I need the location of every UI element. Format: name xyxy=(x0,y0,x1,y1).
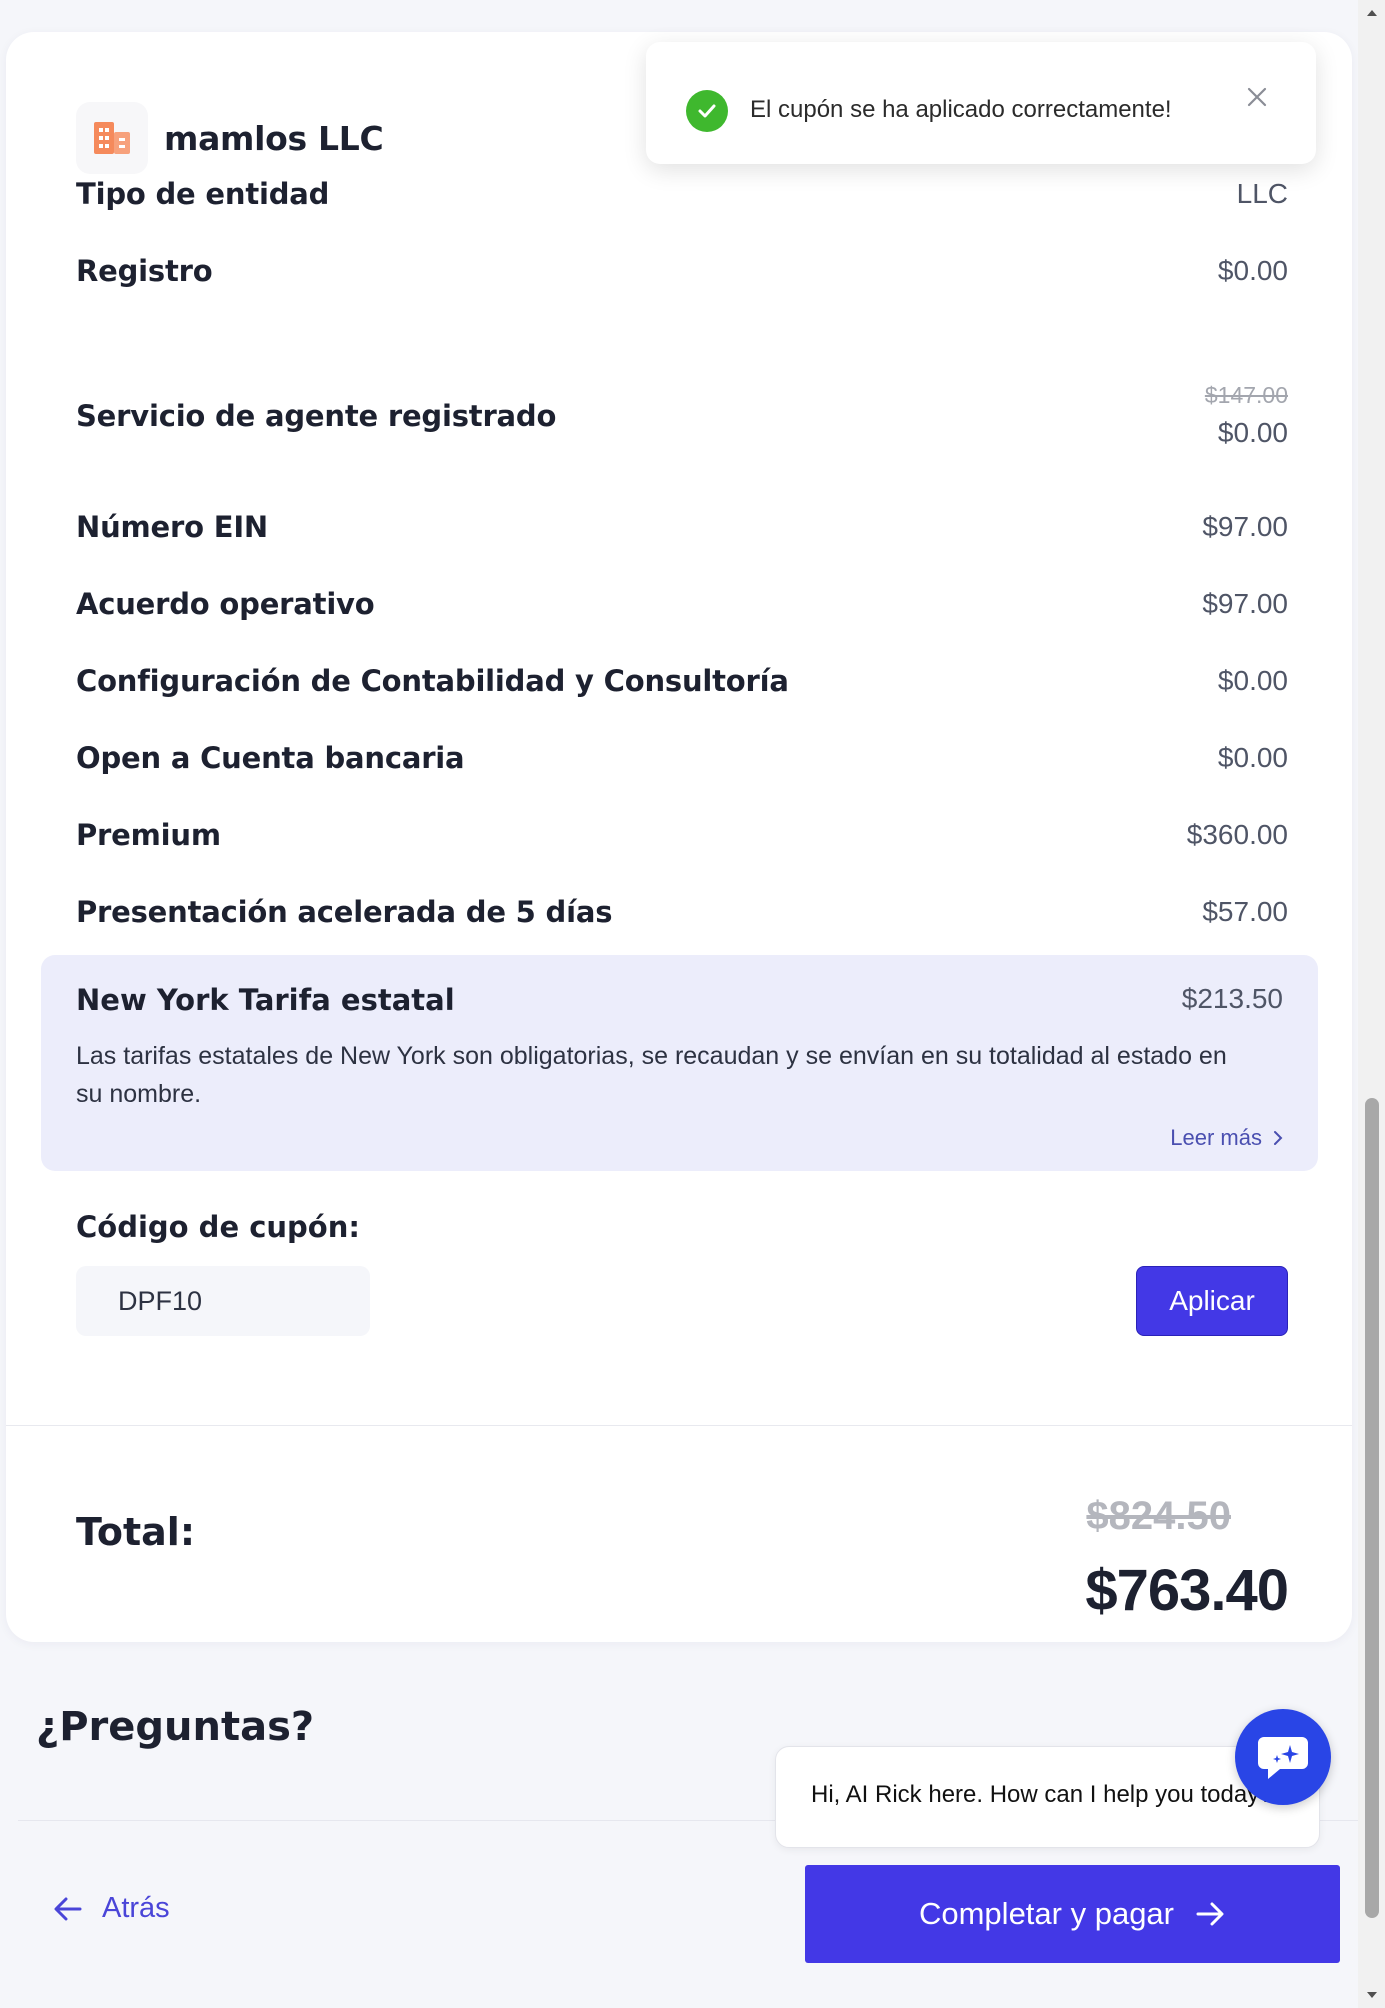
state-fee-description: Las tarifas estatales de New York son ob… xyxy=(76,1042,1227,1108)
expedited-value: $57.00 xyxy=(1202,896,1288,927)
scroll-up-arrow-icon[interactable] xyxy=(1358,0,1385,26)
close-icon[interactable] xyxy=(1242,82,1272,112)
bank-account-value: $0.00 xyxy=(1217,742,1288,773)
registered-agent-old-price: $147.00 xyxy=(1204,382,1288,408)
chat-sparkle-icon xyxy=(1258,1737,1308,1779)
total-price: $763.40 xyxy=(1085,1558,1289,1623)
summary-row-registered-agent: Servicio de agente registrado $147.00 $0… xyxy=(76,382,1288,449)
accounting-value: $0.00 xyxy=(1217,665,1288,696)
back-label: Atrás xyxy=(102,1892,170,1924)
coupon-input[interactable] xyxy=(76,1266,370,1336)
state-fee-title: New York Tarifa estatal xyxy=(76,983,455,1017)
arrow-left-icon xyxy=(54,1897,82,1920)
summary-row-ein: Número EIN $97.00 xyxy=(76,510,1288,544)
expedited-label: Presentación acelerada de 5 días xyxy=(76,895,613,929)
page-viewport: mamlos LLC Tipo de entidad LLC Registro … xyxy=(0,0,1358,2008)
company-name: mamlos LLC xyxy=(164,118,384,158)
complete-and-pay-button[interactable]: Completar y pagar xyxy=(805,1865,1340,1963)
bank-account-label: Open a Cuenta bancaria xyxy=(76,741,465,775)
summary-row-expedited: Presentación acelerada de 5 días $57.00 xyxy=(76,895,1288,929)
premium-value: $360.00 xyxy=(1186,819,1288,850)
back-button[interactable]: Atrás xyxy=(52,1892,170,1925)
state-fee-panel: New York Tarifa estatal $213.50 Las tari… xyxy=(41,955,1318,1171)
apply-coupon-button[interactable]: Aplicar xyxy=(1136,1266,1288,1336)
entity-type-label: Tipo de entidad xyxy=(76,177,330,211)
scrollbar-thumb[interactable] xyxy=(1365,1098,1379,1918)
toast-message: El cupón se ha aplicado correctamente! xyxy=(750,96,1172,123)
questions-heading: ¿Preguntas? xyxy=(36,1704,315,1750)
chevron-right-icon xyxy=(1274,1131,1283,1145)
operating-agreement-value: $97.00 xyxy=(1202,588,1288,619)
registration-label: Registro xyxy=(76,254,213,288)
registered-agent-label: Servicio de agente registrado xyxy=(76,398,557,433)
registered-agent-price: $147.00 $0.00 xyxy=(1205,382,1288,449)
ein-label: Número EIN xyxy=(76,510,268,544)
order-summary-card: mamlos LLC Tipo de entidad LLC Registro … xyxy=(6,32,1352,1642)
building-icon xyxy=(76,102,148,174)
chat-greeting-text: Hi, AI Rick here. How can I help you tod… xyxy=(811,1781,1273,1808)
state-fee-amount: $213.50 xyxy=(1181,983,1283,1014)
total-old-price: $824.50 xyxy=(1086,1494,1231,1538)
scroll-down-arrow-icon[interactable] xyxy=(1358,1982,1385,2008)
success-toast: El cupón se ha aplicado correctamente! xyxy=(646,42,1316,164)
summary-row-bank-account: Open a Cuenta bancaria $0.00 xyxy=(76,741,1288,775)
divider xyxy=(6,1425,1352,1426)
summary-row-accounting: Configuración de Contabilidad y Consulto… xyxy=(76,664,1288,698)
summary-row-premium: Premium $360.00 xyxy=(76,818,1288,852)
summary-row-entity-type: Tipo de entidad LLC xyxy=(76,177,1288,211)
registered-agent-value: $0.00 xyxy=(1217,417,1288,448)
chat-launcher-button[interactable] xyxy=(1235,1709,1331,1805)
premium-label: Premium xyxy=(76,818,221,852)
entity-type-value: LLC xyxy=(1236,178,1288,209)
total-label: Total: xyxy=(76,1510,196,1554)
coupon-label: Código de cupón: xyxy=(76,1210,360,1244)
read-more-label: Leer más xyxy=(1170,1125,1262,1150)
company-header: mamlos LLC xyxy=(76,102,384,174)
operating-agreement-label: Acuerdo operativo xyxy=(76,587,375,621)
vertical-scrollbar[interactable] xyxy=(1358,0,1385,2008)
summary-row-registration: Registro $0.00 xyxy=(76,254,1288,288)
registration-value: $0.00 xyxy=(1217,255,1288,286)
pay-label: Completar y pagar xyxy=(918,1896,1174,1931)
check-circle-icon xyxy=(686,90,728,132)
accounting-label: Configuración de Contabilidad y Consulto… xyxy=(76,664,789,698)
summary-row-operating-agreement: Acuerdo operativo $97.00 xyxy=(76,587,1288,621)
read-more-link[interactable]: Leer más xyxy=(1170,1125,1284,1151)
arrow-right-icon xyxy=(1196,1902,1224,1926)
ein-value: $97.00 xyxy=(1202,511,1288,542)
